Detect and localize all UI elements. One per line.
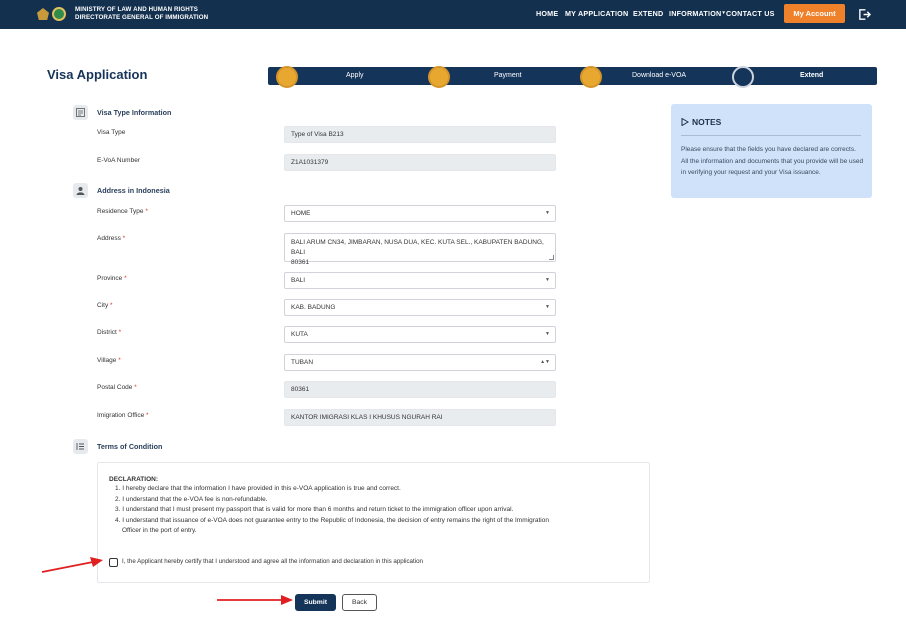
visa-type-label: Visa Type	[97, 129, 126, 136]
logout-icon[interactable]	[858, 8, 871, 21]
evoa-number-field: Z1A1031379	[284, 154, 556, 171]
residence-type-label-text: Residence Type	[97, 208, 144, 215]
caret-down-icon: ▼	[545, 331, 550, 337]
required-mark: *	[110, 302, 113, 309]
nav-information-label: INFORMATION	[669, 9, 722, 18]
district-value: KUTA	[291, 331, 308, 338]
city-value: KAB. BADUNG	[291, 304, 336, 311]
caret-down-icon: ▼	[545, 210, 550, 216]
province-value: BALI	[291, 277, 306, 284]
step-download-label: Download e-VOA	[632, 72, 687, 79]
step-extend-label: Extend	[800, 72, 824, 79]
nav-home[interactable]: HOME	[536, 9, 558, 18]
progress-stepper: Apply Payment Download e-VOA Extend	[268, 67, 877, 85]
declaration-item-1: 1. I hereby declare that the information…	[115, 485, 401, 492]
residence-type-select[interactable]: HOME ▼	[284, 205, 556, 222]
required-mark: *	[146, 412, 149, 419]
resize-handle-icon[interactable]	[549, 255, 554, 260]
nav-information[interactable]: INFORMATION▾	[669, 9, 725, 18]
postal-code-field: 80361	[284, 381, 556, 398]
address-section-title: Address in Indonesia	[97, 186, 170, 195]
notes-title: NOTES	[692, 117, 722, 127]
chevron-down-icon: ▾	[722, 10, 726, 16]
agree-checkbox[interactable]	[109, 558, 118, 567]
step-apply-circle	[276, 66, 298, 88]
address-label: Address *	[97, 235, 125, 242]
terms-section-title: Terms of Condition	[97, 442, 163, 451]
required-mark: *	[124, 275, 127, 282]
org-line-1: MINISTRY OF LAW AND HUMAN RIGHTS	[75, 6, 198, 13]
province-label-text: Province	[97, 275, 123, 282]
visa-type-section-title: Visa Type Information	[97, 108, 172, 117]
notes-divider	[681, 135, 861, 136]
village-value: TUBAN	[291, 359, 314, 366]
village-label-text: Village	[97, 357, 117, 364]
submit-button[interactable]: Submit	[295, 594, 336, 611]
notes-panel: NOTES Please ensure that the fields you …	[671, 104, 872, 198]
immigration-office-label-text: Imigration Office	[97, 412, 145, 419]
declaration-item-4-continued: Officer in the port of entry.	[122, 527, 197, 534]
district-select[interactable]: KUTA ▼	[284, 326, 556, 343]
declaration-item-2: 2. I understand that the e-VOA fee is no…	[115, 495, 268, 503]
province-label: Province *	[97, 275, 127, 282]
caret-up-down-icon: ▲▼	[540, 359, 550, 365]
caret-down-icon: ▼	[545, 277, 550, 283]
district-label-text: District	[97, 329, 117, 336]
organization-name: MINISTRY OF LAW AND HUMAN RIGHTS DIRECTO…	[75, 6, 208, 22]
declaration-item-4: 4. I understand that issuance of e-VOA d…	[115, 516, 549, 524]
city-select[interactable]: KAB. BADUNG ▼	[284, 299, 556, 316]
residence-type-label: Residence Type *	[97, 208, 148, 215]
caret-down-icon: ▼	[545, 304, 550, 310]
evoa-number-label: E-VoA Number	[97, 157, 140, 164]
notes-heading: NOTES	[681, 117, 721, 127]
annotation-arrow-checkbox	[41, 557, 103, 573]
postal-code-label-text: Postal Code	[97, 384, 133, 391]
village-label: Village *	[97, 357, 121, 364]
province-select[interactable]: BALI ▼	[284, 272, 556, 289]
required-mark: *	[145, 208, 148, 215]
address-textarea[interactable]: BALI ARUM CN34, JIMBARAN, NUSA DUA, KEC.…	[284, 233, 556, 266]
step-payment-circle	[428, 66, 450, 88]
declaration-title: DECLARATION:	[109, 476, 158, 483]
person-icon	[73, 183, 88, 198]
address-value-line-1: BALI ARUM CN34, JIMBARAN, NUSA DUA, KEC.…	[291, 239, 544, 256]
declaration-item-3: 3. I understand that I must present my p…	[115, 506, 514, 513]
org-line-2: DIRECTORATE GENERAL OF IMMIGRATION	[75, 14, 209, 21]
residence-type-value: HOME	[291, 210, 311, 217]
top-navbar: MINISTRY OF LAW AND HUMAN RIGHTS DIRECTO…	[0, 0, 906, 29]
agree-checkbox-label[interactable]: I, the Applicant hereby certify that I u…	[122, 558, 423, 565]
step-apply-label: Apply	[346, 72, 364, 79]
postal-code-label: Postal Code *	[97, 384, 137, 391]
required-mark: *	[122, 235, 126, 242]
required-mark: *	[118, 329, 122, 336]
notes-text: Please ensure that the fields you have d…	[681, 146, 864, 176]
address-value-line-2: 80361	[291, 259, 310, 266]
annotation-arrow-submit	[217, 595, 293, 605]
nav-contact-us[interactable]: CONTACT US	[726, 9, 775, 18]
list-icon	[73, 439, 88, 454]
immigration-office-field: KANTOR IMIGRASI KLAS I KHUSUS NGURAH RAI	[284, 409, 556, 426]
play-icon	[681, 117, 689, 127]
back-button[interactable]: Back	[342, 594, 377, 611]
nav-my-application[interactable]: MY APPLICATION	[565, 9, 628, 18]
city-label: City *	[97, 302, 113, 309]
village-select[interactable]: TUBAN ▲▼	[284, 354, 556, 371]
district-label: District *	[97, 329, 121, 336]
nav-extend[interactable]: EXTEND	[633, 9, 663, 18]
step-extend-circle	[732, 66, 754, 88]
step-payment-label: Payment	[494, 72, 522, 79]
required-mark: *	[134, 384, 137, 391]
immigration-office-label: Imigration Office *	[97, 412, 149, 419]
ministry-logo[interactable]	[37, 7, 67, 21]
document-icon	[73, 105, 88, 120]
required-mark: *	[118, 357, 121, 364]
step-download-circle	[580, 66, 602, 88]
page-title: Visa Application	[47, 67, 148, 82]
address-label-text: Address	[97, 235, 121, 242]
city-label-text: City	[97, 302, 109, 309]
visa-type-field: Type of Visa B213	[284, 126, 556, 143]
my-account-button[interactable]: My Account	[784, 4, 845, 23]
